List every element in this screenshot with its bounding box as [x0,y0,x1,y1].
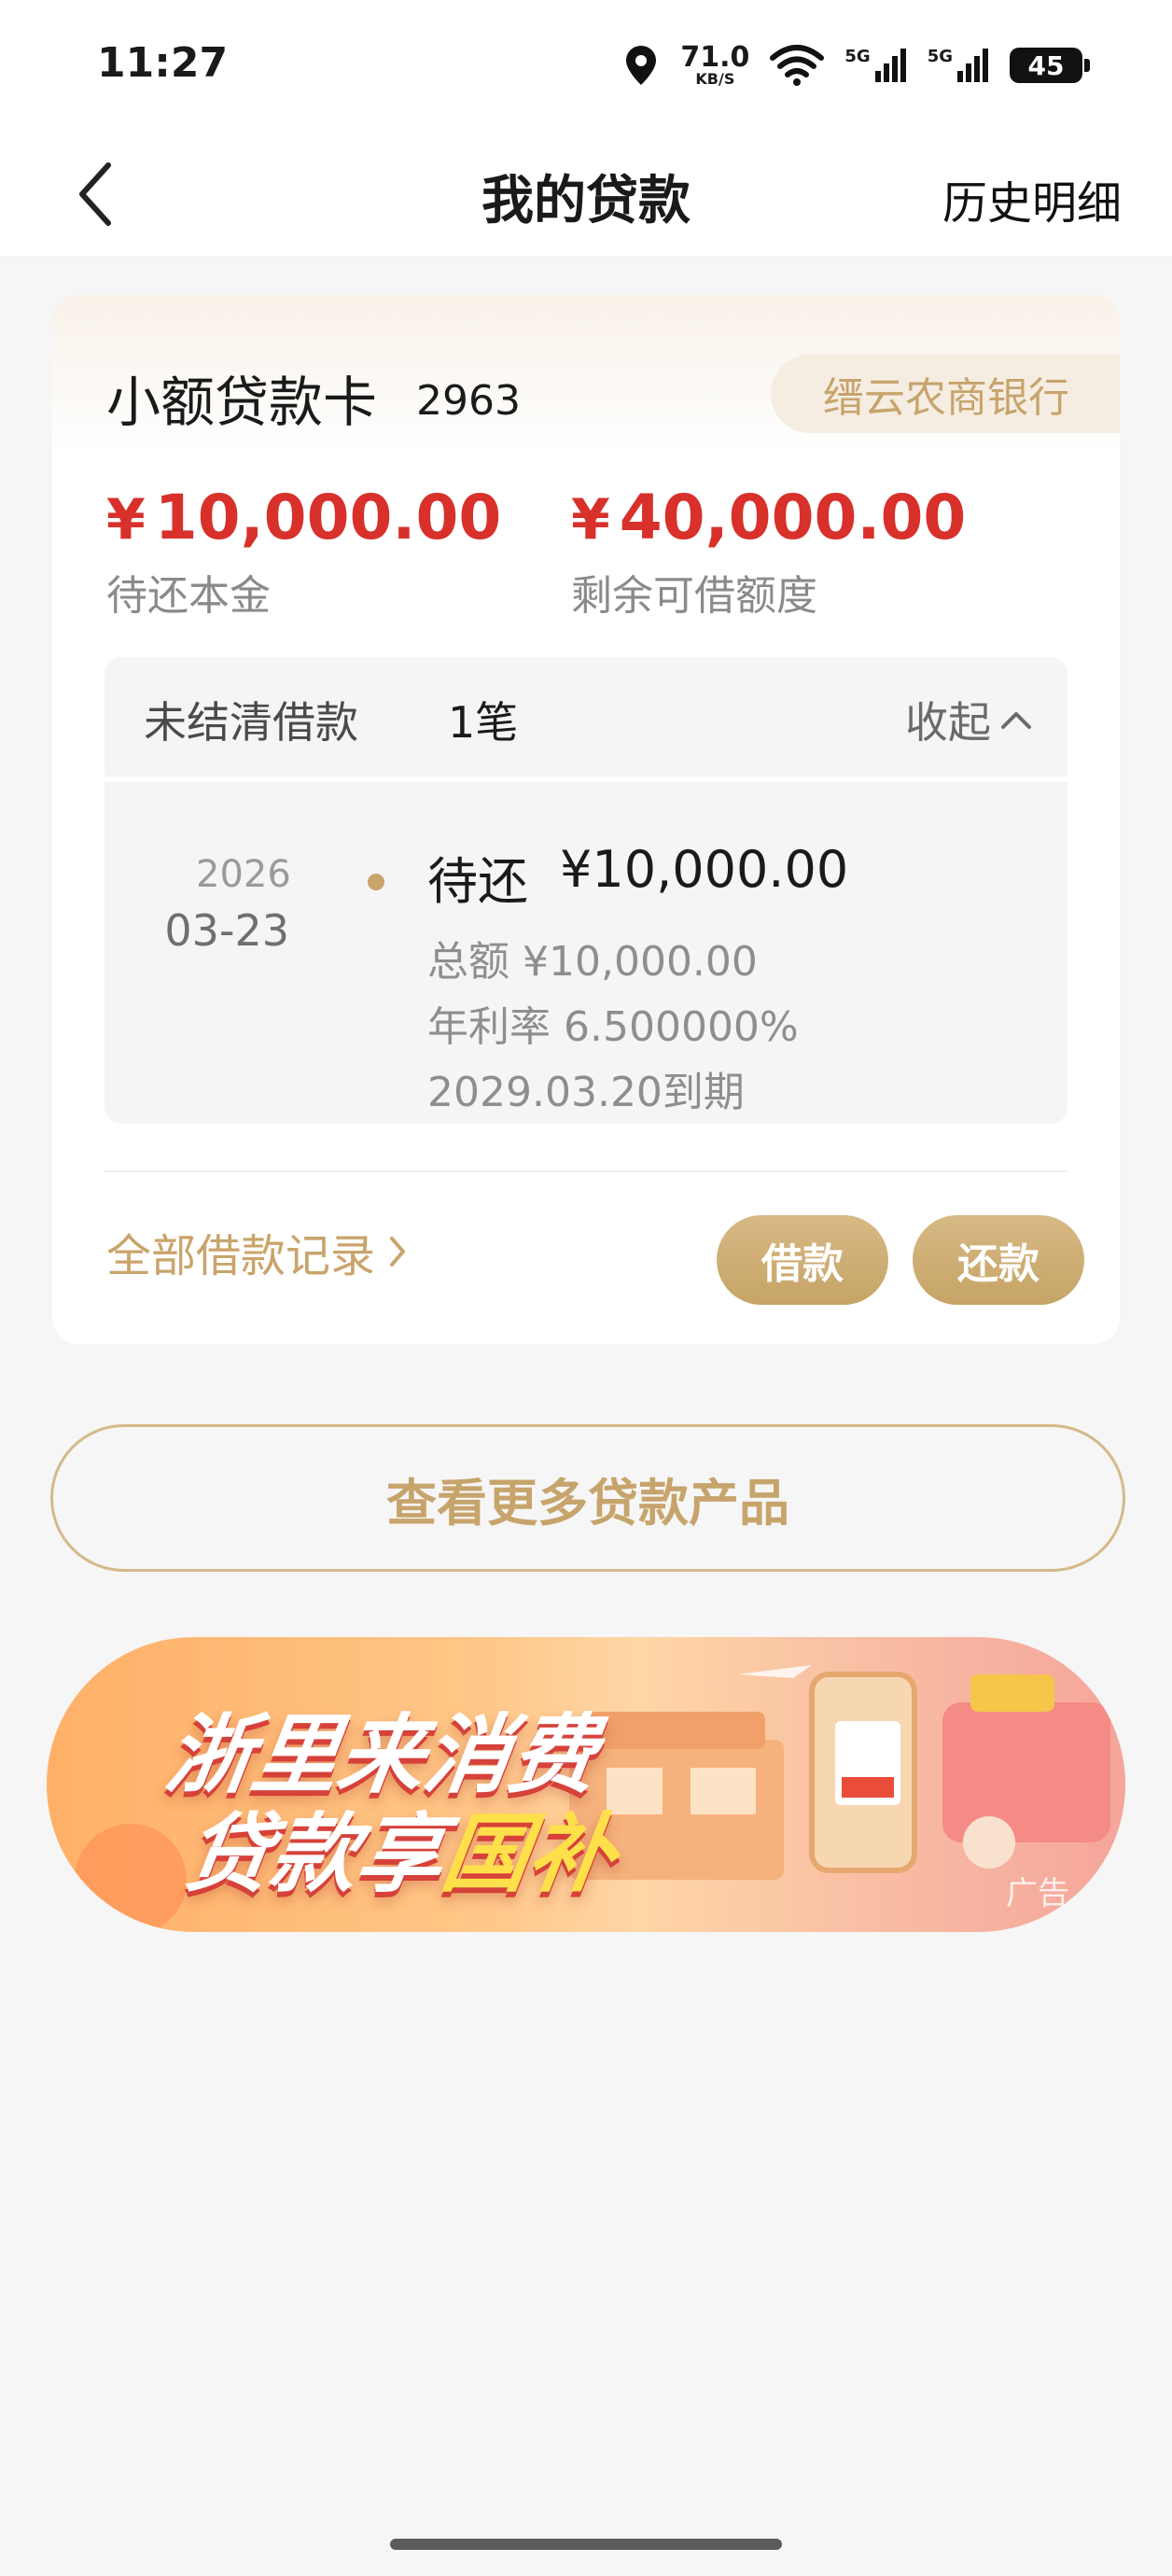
principal-label: 待还本金 [106,572,271,620]
currency-symbol: ¥ [106,487,146,553]
loan-date: 03-23 [164,905,289,956]
wifi-icon [770,45,825,86]
banner-headline-2b: 国补 [436,1804,622,1904]
loan-total: 总额 ¥10,000.00 [427,938,758,986]
chevron-up-icon [1001,712,1031,729]
banner-headline-2a: 贷款享 [178,1804,451,1904]
signal-5g-2: 5G [928,47,989,84]
loan-due-date: 2029.03.20到期 [427,1069,745,1116]
all-records-label: 全部借款记录 [106,1230,376,1282]
principal-value: 10,000.00 [154,482,502,553]
principal-amount: ¥10,000.00 [106,482,501,553]
promo-banner[interactable]: 浙里来消费 贷款享国补 广告 [47,1637,1125,1932]
battery-icon: 45 [1010,48,1090,83]
net-speed-value: 71.0 [680,41,750,74]
borrow-button[interactable]: 借款 [717,1215,888,1305]
repay-button[interactable]: 还款 [913,1215,1084,1305]
status-bar: 11:27 71.0 KB/S 5G 5G 45 [0,0,1172,131]
status-time: 11:27 [97,39,229,87]
loan-page: 11:27 71.0 KB/S 5G 5G 45 我的贷款 历史明细 小额贷款卡… [0,0,1172,2576]
remaining-limit-label: 剩余可借额度 [571,572,817,620]
card-name: 小额贷款卡 [106,371,378,434]
history-link[interactable]: 历史明细 [942,166,1122,231]
signal-label-1: 5G [844,47,871,66]
banner-headline-2: 贷款享国补 [178,1785,625,1909]
location-icon [626,46,657,85]
pending-loans-title: 未结清借款 [144,697,358,748]
panel-divider [105,777,1067,782]
signal-bars-icon [957,49,988,82]
bank-badge: 缙云农商银行 [771,355,1120,433]
net-speed: 71.0 KB/S [680,44,749,87]
all-records-link[interactable]: 全部借款记录 [106,1219,407,1284]
remaining-limit-value: 40,000.00 [619,482,967,553]
card-number: 2963 [416,377,521,425]
card-divider [105,1170,1067,1172]
pending-loans-count: 1笔 [448,697,519,748]
signal-5g-1: 5G [844,47,906,84]
pending-loans-header: 未结清借款 1笔 收起 [105,657,1067,777]
chevron-right-icon [390,1237,406,1267]
loan-amount: ¥10,000.00 [560,840,849,899]
app-header: 我的贷款 历史明细 [0,131,1172,256]
loan-card: 小额贷款卡 2963 缙云农商银行 ¥10,000.00 待还本金 ¥40,00… [52,295,1120,1344]
battery-level: 45 [1027,49,1065,81]
loan-status: 待还 [427,852,528,911]
pending-loans-panel: 未结清借款 1笔 收起 2026 03-23 待还 ¥10,000.00 总额 … [105,657,1067,1124]
loan-rate: 年利率 6.500000% [427,1003,799,1051]
home-indicator[interactable] [390,2539,782,2550]
status-icons: 71.0 KB/S 5G 5G 45 [622,37,1090,93]
collapse-button[interactable]: 收起 [905,689,1032,750]
signal-bars-icon [874,49,906,82]
signal-label-2: 5G [927,47,953,66]
remaining-limit-amount: ¥40,000.00 [571,482,966,553]
more-products-button[interactable]: 查看更多贷款产品 [50,1424,1125,1572]
net-speed-unit: KB/S [695,70,735,88]
timeline-dot [368,874,384,890]
currency-symbol: ¥ [571,487,610,553]
loan-year: 2026 [196,853,291,896]
ad-label: 广告 [1006,1875,1069,1912]
collapse-label: 收起 [905,697,991,748]
